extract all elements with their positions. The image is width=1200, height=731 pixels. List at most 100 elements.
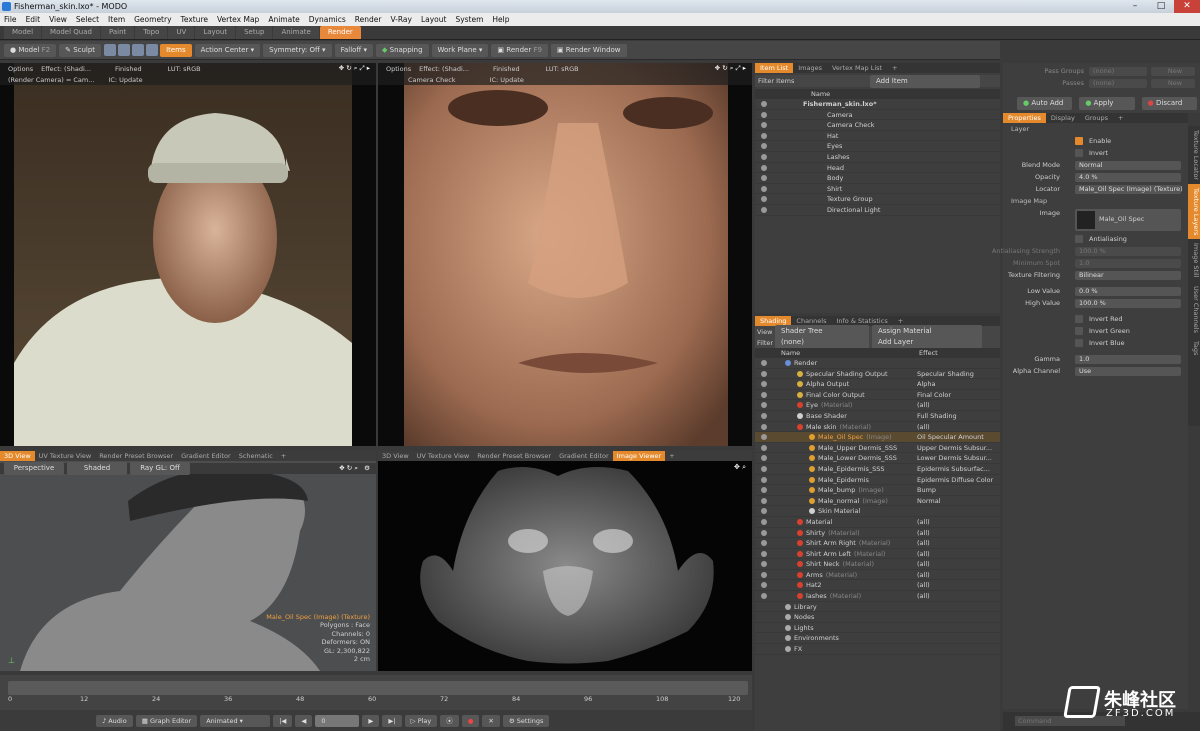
material-select-icon[interactable] (146, 44, 159, 56)
visibility-eye-icon[interactable] (761, 185, 767, 192)
menu-dynamics[interactable]: Dynamics (309, 13, 346, 26)
prev-key-button[interactable]: |◀ (273, 714, 293, 727)
menu-texture[interactable]: Texture (181, 13, 208, 26)
list-item[interactable]: Hat (755, 131, 1000, 142)
properties-tab-properties[interactable]: Properties (1003, 113, 1046, 123)
viewport4-tab-add[interactable]: + (665, 451, 678, 461)
enable-checkbox[interactable] (1075, 137, 1083, 145)
menu-animate[interactable]: Animate (268, 13, 299, 26)
antialiasing-checkbox[interactable] (1075, 235, 1083, 243)
passes-dropdown[interactable]: (none) (1089, 78, 1147, 88)
table-row[interactable]: Specular Shading Output Specular Shading (755, 369, 1000, 380)
table-row[interactable]: Environments (755, 633, 1000, 645)
camera-dropdown-2[interactable]: Camera Check (408, 76, 456, 84)
visibility-eye-icon[interactable] (761, 540, 767, 547)
items-tab-vertex-map-list[interactable]: Vertex Map List (827, 63, 887, 73)
visibility-eye-icon[interactable] (761, 153, 767, 160)
alpha-channel-dropdown[interactable]: Use (1075, 366, 1181, 376)
list-item[interactable]: Fisherman_skin.lxo* (755, 99, 1000, 110)
visibility-eye-icon[interactable] (761, 206, 767, 213)
menu-select[interactable]: Select (76, 13, 99, 26)
lut-dropdown[interactable]: LUT: sRGB (168, 65, 201, 73)
visibility-eye-icon[interactable] (761, 360, 767, 366)
tab-animate[interactable]: Animate (273, 26, 319, 39)
visibility-eye-icon[interactable] (761, 529, 767, 536)
viewport4-tab-3d-view[interactable]: 3D View (378, 451, 413, 461)
table-row[interactable]: Final Color Output Final Color (755, 390, 1000, 401)
polygon-select-icon[interactable] (132, 44, 145, 56)
visibility-eye-icon[interactable] (761, 381, 767, 388)
viewport4-tab-image-viewer[interactable]: Image Viewer (612, 451, 666, 461)
visibility-eye-icon[interactable] (761, 101, 767, 107)
perspective-dropdown[interactable]: Perspective (4, 462, 64, 475)
snapping-button[interactable]: ◆ Snapping (376, 43, 429, 57)
auto-add-button[interactable]: ● Auto Add (1017, 97, 1073, 110)
visibility-eye-icon[interactable] (761, 444, 767, 451)
prev-frame-button[interactable]: ◀ (295, 714, 313, 727)
visibility-eye-icon[interactable] (761, 122, 767, 129)
apply-button[interactable]: ● Apply (1079, 97, 1135, 110)
list-item[interactable]: Lashes (755, 152, 1000, 163)
shaded-dropdown[interactable]: Shaded (67, 462, 127, 475)
image-viewer-nav-icons[interactable]: ✥ ⌕ (734, 463, 746, 472)
table-row[interactable]: Library (755, 602, 1000, 613)
table-row[interactable]: Nodes (755, 612, 1000, 623)
list-item[interactable]: Body (755, 173, 1000, 184)
visibility-eye-icon[interactable] (761, 508, 767, 515)
ic-update-button-2[interactable]: IC: Update (490, 76, 524, 84)
visibility-eye-icon[interactable] (761, 434, 767, 441)
menu-item[interactable]: Item (108, 13, 125, 26)
tab-model-quad[interactable]: Model Quad (42, 26, 100, 39)
effect-dropdown-2[interactable]: Effect: (Shadi... (419, 65, 469, 73)
gamma-field[interactable]: 1.0 (1075, 354, 1181, 364)
viewport3-tab-gradient-editor[interactable]: Gradient Editor (177, 451, 235, 461)
visibility-eye-icon[interactable] (761, 550, 767, 557)
menu-file[interactable]: File (4, 13, 17, 26)
key-icon[interactable]: ⦿ (440, 714, 459, 727)
items-mode-button[interactable]: Items (160, 43, 192, 57)
viewport4-tab-uv-texture-view[interactable]: UV Texture View (413, 451, 474, 461)
menu-view[interactable]: View (49, 13, 67, 26)
list-item[interactable]: Eyes (755, 141, 1000, 152)
invert-green-checkbox[interactable] (1075, 327, 1083, 335)
tab-setup[interactable]: Setup (236, 26, 273, 39)
invert-red-checkbox[interactable] (1075, 315, 1083, 323)
play-button[interactable]: ▷ Play (404, 714, 438, 727)
properties-tab-groups[interactable]: Groups (1080, 113, 1113, 123)
list-item[interactable]: Head (755, 163, 1000, 174)
properties-tab-add[interactable]: + (1113, 113, 1128, 123)
render-window-button[interactable]: ▣ Render Window (550, 43, 627, 57)
items-tab-add[interactable]: + (887, 63, 902, 73)
settings-button[interactable]: ⚙ Settings (502, 714, 550, 727)
image-viewer[interactable]: 3D View UV Texture View Render Preset Brow… (378, 451, 752, 671)
menu-vertex-map[interactable]: Vertex Map (217, 13, 259, 26)
render-viewport-1[interactable]: Options Effect: (Shadi... Finished LUT: … (0, 63, 376, 446)
edge-select-icon[interactable] (118, 44, 131, 56)
menu-v-ray[interactable]: V-Ray (390, 13, 411, 26)
viewport3-tab-schematic[interactable]: Schematic (235, 451, 277, 461)
viewport4-tab-gradient-editor[interactable]: Gradient Editor (555, 451, 613, 461)
table-row[interactable]: lashes (Material) (all) (755, 591, 1000, 602)
visibility-eye-icon[interactable] (761, 476, 767, 483)
viewport3-tab-3d-view[interactable]: 3D View (0, 451, 35, 461)
camera-dropdown[interactable]: (Render Camera) = Cam... (8, 76, 94, 84)
tab-paint[interactable]: Paint (100, 26, 135, 39)
action-center-dropdown[interactable]: Action Center ▾ (194, 43, 261, 57)
sculpt-button[interactable]: ✎ Sculpt (59, 43, 102, 57)
pass-groups-new-button[interactable]: New (1151, 66, 1195, 76)
visibility-eye-icon[interactable] (761, 571, 767, 578)
table-row[interactable]: Lights (755, 623, 1000, 634)
viewport3-tab-add[interactable]: + (277, 451, 290, 461)
visibility-eye-icon[interactable] (761, 164, 767, 171)
visibility-eye-icon[interactable] (761, 143, 767, 150)
visibility-eye-icon[interactable] (761, 518, 767, 525)
lut-dropdown-2[interactable]: LUT: sRGB (546, 65, 579, 73)
table-row[interactable]: Alpha Output Alpha (755, 379, 1000, 390)
side-tab-image-still[interactable]: Image Still (1188, 239, 1200, 282)
tab-render[interactable]: Render (319, 26, 361, 39)
viewport-nav-icons[interactable]: ✥ ↻ ⌕ ⤢ ▸ (339, 64, 370, 73)
list-item[interactable]: Camera (755, 110, 1000, 121)
table-row[interactable]: Eye (Material) (all) (755, 400, 1000, 411)
table-row[interactable]: Base Shader Full Shading (755, 411, 1000, 422)
tab-topo[interactable]: Topo (135, 26, 168, 39)
